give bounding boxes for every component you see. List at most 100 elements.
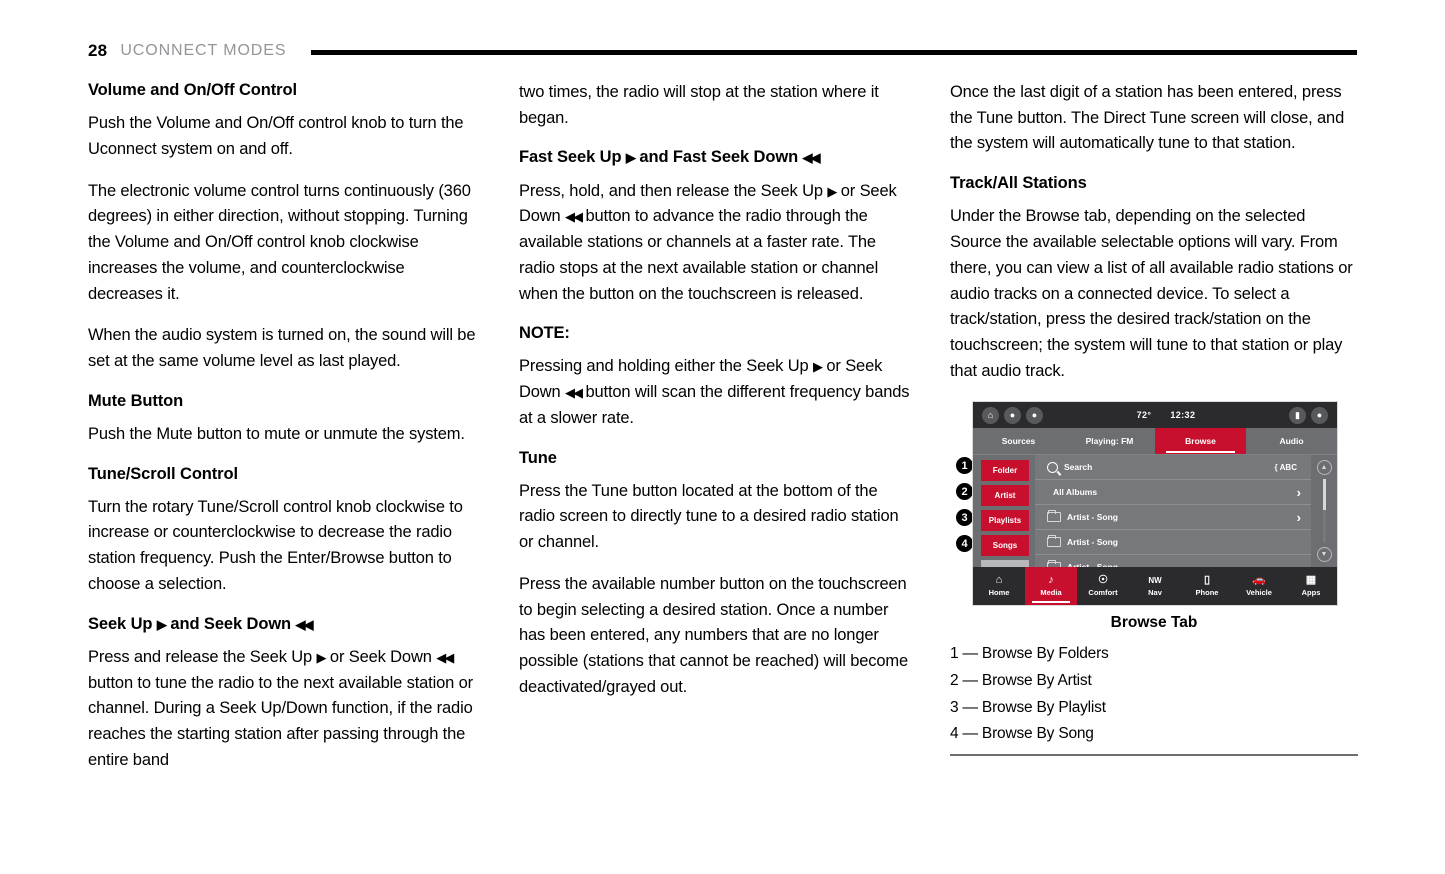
home-icon[interactable]: ⌂ bbox=[982, 406, 999, 424]
browse-by-songs-button[interactable]: Songs bbox=[981, 535, 1029, 557]
music-note-icon: ♪ bbox=[1048, 574, 1054, 587]
page-number: 28 bbox=[88, 41, 108, 60]
seek-up-icon bbox=[316, 649, 325, 665]
page-title: UCONNECT MODES bbox=[120, 42, 287, 59]
nav-item-comfort[interactable]: ☉ Comfort bbox=[1077, 567, 1129, 605]
paragraph-fast-seek-text-1: Press, hold, and then release the Seek U… bbox=[519, 181, 823, 200]
media-icon[interactable]: ▮ bbox=[1289, 406, 1306, 424]
list-scrollbar[interactable]: ▲ ▼ bbox=[1311, 455, 1337, 568]
browse-list: Search { ABC All Albums › Artist - Song … bbox=[1035, 455, 1311, 581]
passenger-seat-icon[interactable]: ● bbox=[1026, 406, 1043, 424]
search-label: Search bbox=[1064, 462, 1093, 473]
seek-up-icon bbox=[626, 149, 635, 165]
column-middle: two times, the radio will stop at the st… bbox=[519, 80, 912, 810]
bracket-icon: { bbox=[1274, 462, 1278, 472]
nav-label-comfort: Comfort bbox=[1088, 588, 1118, 598]
heading-tune: Tune bbox=[519, 448, 557, 467]
tab-sources[interactable]: Sources bbox=[973, 428, 1064, 454]
paragraph-push-mute-button: Push the Mute button to mute or unmute t… bbox=[88, 424, 465, 443]
nav-item-vehicle[interactable]: 🚗 Vehicle bbox=[1233, 567, 1285, 605]
scrollbar-thumb[interactable] bbox=[1322, 479, 1326, 511]
home-icon: ⌂ bbox=[995, 574, 1003, 587]
seek-down-icon bbox=[436, 649, 452, 665]
paragraph-pressing-holding-seek: Pressing and holding either the Seek Up … bbox=[519, 354, 912, 431]
legend-item: 1 — Browse By Folders bbox=[950, 645, 1109, 663]
heading-tune-scroll-control: Tune/Scroll Control bbox=[88, 464, 238, 483]
paragraph-note-text-1: Pressing and holding either the Seek Up bbox=[519, 357, 809, 376]
paragraph-two-times-radio-stop: two times, the radio will stop at the st… bbox=[519, 83, 879, 127]
seek-up-icon bbox=[157, 616, 166, 632]
heading-seek-up-text: Seek Up bbox=[88, 614, 153, 633]
heading-fast-seek-down-text: and Fast Seek Down bbox=[639, 148, 799, 167]
temperature-readout: 72° bbox=[1136, 410, 1152, 421]
nav-item-phone[interactable]: ▯ Phone bbox=[1181, 567, 1233, 605]
paragraph-audio-system-turned-on: When the audio system is turned on, the … bbox=[88, 326, 476, 370]
tab-playing-fm[interactable]: Playing: FM bbox=[1064, 428, 1155, 454]
uconnect-screen: ⌂ ● ● 72° 12:32 ▮ ● Sources Playing: FM bbox=[972, 401, 1338, 607]
seek-down-icon bbox=[296, 616, 312, 632]
screen-status-bar: ⌂ ● ● 72° 12:32 ▮ ● bbox=[973, 402, 1337, 429]
grid-icon: ▦ bbox=[1305, 574, 1317, 587]
heading-volume-onoff-control: Volume and On/Off Control bbox=[88, 81, 297, 99]
legend-item: 3 — Browse By Playlist bbox=[950, 698, 1106, 716]
nav-item-apps[interactable]: ▦ Apps bbox=[1285, 567, 1337, 605]
heading-track-all-stations: Track/All Stations bbox=[950, 174, 1087, 193]
paragraph-press-number-button: Press the available number button on the… bbox=[519, 574, 909, 696]
heading-fast-seek-up-text: Fast Seek Up bbox=[519, 148, 622, 167]
car-icon: 🚗 bbox=[1252, 574, 1266, 587]
scrollbar-track[interactable] bbox=[1322, 479, 1326, 544]
nav-label-home: Home bbox=[988, 588, 1010, 598]
paragraph-seek-text-1: Press and release the Seek Up bbox=[88, 647, 313, 666]
heading-seek-up-seek-down: Seek Up and Seek Down bbox=[88, 614, 481, 634]
scroll-up-icon[interactable]: ▲ bbox=[1316, 460, 1332, 476]
abc-sort-button[interactable]: { ABC bbox=[1275, 463, 1297, 472]
driver-seat-icon[interactable]: ● bbox=[1004, 406, 1021, 424]
column-left: Volume and On/Off Control Push the Volum… bbox=[88, 80, 481, 810]
seek-up-icon bbox=[813, 358, 822, 374]
callout-3: 3 bbox=[956, 509, 973, 527]
artist-song-label: Artist - Song bbox=[1067, 537, 1118, 548]
seek-down-icon bbox=[565, 384, 581, 400]
callout-1: 1 bbox=[956, 457, 973, 475]
tab-audio[interactable]: Audio bbox=[1246, 428, 1337, 454]
header-divider-rule bbox=[311, 49, 1357, 55]
paragraph-last-digit-entered: Once the last digit of a station has bee… bbox=[950, 83, 1345, 153]
nav-label-nav: Nav bbox=[1148, 588, 1162, 598]
paragraph-seek-text-2: or Seek Down bbox=[329, 647, 432, 666]
nav-label-apps: Apps bbox=[1301, 588, 1321, 598]
legend-item: 4 — Browse By Song bbox=[950, 725, 1094, 743]
browse-by-folder-button[interactable]: Folder bbox=[981, 460, 1029, 482]
browse-by-artist-button[interactable]: Artist bbox=[981, 485, 1029, 507]
artist-song-label: Artist - Song bbox=[1067, 512, 1118, 523]
paragraph-seek-text-3: button to tune the radio to the next ava… bbox=[88, 673, 473, 769]
nav-item-home[interactable]: ⌂ Home bbox=[973, 567, 1025, 605]
list-item-artist-song[interactable]: Artist - Song bbox=[1035, 530, 1311, 556]
screen-bottom-nav: ⌂ Home ♪ Media ☉ Comfort NW Nav ▯ Phone … bbox=[973, 567, 1337, 606]
seek-up-icon bbox=[827, 183, 836, 199]
paragraph-push-volume-knob: Push the Volume and On/Off control knob … bbox=[88, 114, 464, 158]
scroll-down-icon[interactable]: ▼ bbox=[1316, 547, 1332, 563]
status-bar-center: 72° 12:32 bbox=[1048, 410, 1284, 420]
paragraph-rotary-tune-scroll: Turn the rotary Tune/Scroll control knob… bbox=[88, 497, 463, 593]
paragraph-press-hold-release-seek: Press, hold, and then release the Seek U… bbox=[519, 179, 912, 308]
content-columns: Volume and On/Off Control Push the Volum… bbox=[88, 80, 1358, 810]
tab-browse[interactable]: Browse bbox=[1155, 428, 1246, 455]
heading-seek-down-text: and Seek Down bbox=[170, 614, 292, 633]
nav-item-media[interactable]: ♪ Media bbox=[1025, 567, 1077, 606]
page-header: 28 UCONNECT MODES bbox=[88, 36, 1357, 66]
heading-mute-button: Mute Button bbox=[88, 391, 184, 410]
browse-side-buttons: Folder Artist Playlists Songs ▾ bbox=[973, 455, 1035, 582]
list-item-all-albums[interactable]: All Albums › bbox=[1035, 480, 1311, 506]
list-item-search[interactable]: Search { ABC bbox=[1035, 455, 1311, 481]
list-item-artist-song[interactable]: Artist - Song › bbox=[1035, 505, 1311, 531]
nav-item-nav[interactable]: NW Nav bbox=[1129, 567, 1181, 605]
figure-legend: 1 — Browse By Folders 2 — Browse By Arti… bbox=[950, 641, 1358, 756]
browse-by-playlists-button[interactable]: Playlists bbox=[981, 510, 1029, 532]
volume-icon[interactable]: ● bbox=[1311, 406, 1328, 424]
heading-note: NOTE: bbox=[519, 324, 570, 343]
paragraph-under-browse-tab: Under the Browse tab, depending on the s… bbox=[950, 207, 1353, 380]
nav-label-media: Media bbox=[1040, 588, 1062, 598]
callout-4: 4 bbox=[956, 535, 973, 553]
paragraph-electronic-volume-control: The electronic volume control turns cont… bbox=[88, 181, 471, 303]
nav-label-phone: Phone bbox=[1195, 588, 1219, 598]
